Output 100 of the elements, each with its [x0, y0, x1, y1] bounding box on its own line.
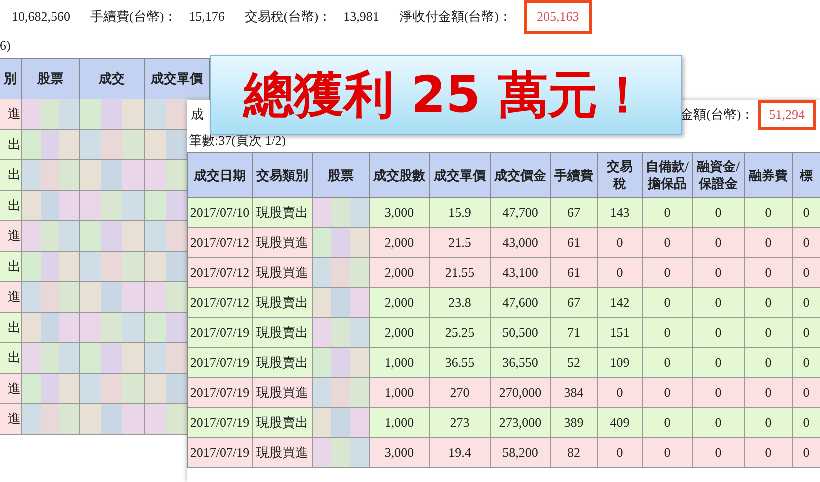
blurred-cell	[22, 252, 80, 282]
table-cell: 0	[693, 228, 745, 258]
blurred-cell	[22, 190, 80, 221]
blurred-cell	[80, 282, 145, 312]
blurred-cell	[313, 348, 370, 378]
table-cell: 0	[693, 408, 745, 438]
column-header: 手續費	[551, 153, 598, 198]
table-cell: 0	[793, 228, 820, 258]
table-cell: 0	[693, 438, 745, 468]
table-cell: 現股賣出	[253, 318, 313, 348]
summary-value: 10,682,560	[12, 8, 70, 26]
blurred-cell	[22, 343, 80, 374]
table-cell: 36,550	[491, 348, 551, 378]
table-cell: 出	[0, 130, 22, 160]
table-cell: 270	[430, 378, 491, 408]
table-cell: 15.9	[430, 198, 491, 228]
table-cell: 2017/07/10	[188, 198, 253, 228]
table-cell: 0	[643, 348, 693, 378]
table-cell: 0	[693, 258, 745, 288]
column-header: 股票	[22, 59, 80, 99]
summary-value: 205,163	[524, 0, 592, 34]
table-cell: 出	[0, 160, 22, 190]
table-cell: 進	[0, 282, 22, 312]
summary-label: 交易稅(台幣)：	[244, 8, 332, 26]
table-cell: 0	[643, 408, 693, 438]
table-cell: 61	[551, 228, 598, 258]
table-cell: 0	[745, 228, 793, 258]
column-header: 成交股數	[370, 153, 430, 198]
blurred-cell	[80, 99, 145, 130]
table-cell: 現股買進	[253, 378, 313, 408]
blurred-cell	[80, 221, 145, 252]
total-label: 金額(台幣)：	[680, 106, 754, 124]
table-cell: 0	[745, 438, 793, 468]
blurred-cell	[22, 404, 80, 434]
column-header: 別	[0, 59, 22, 99]
table-cell: 142	[598, 288, 643, 318]
table-cell: 2017/07/12	[188, 258, 253, 288]
table-cell: 43,000	[491, 228, 551, 258]
table-cell: 出	[0, 343, 22, 374]
table-cell: 2017/07/12	[188, 228, 253, 258]
table-cell: 0	[643, 228, 693, 258]
table-cell: 進	[0, 404, 22, 434]
table-cell: 47,600	[491, 288, 551, 318]
table-cell: 1,000	[370, 378, 430, 408]
table-cell: 71	[551, 318, 598, 348]
summary-value: 15,176	[189, 8, 225, 26]
table-cell: 67	[551, 288, 598, 318]
table-cell: 0	[693, 348, 745, 378]
table-cell: 0	[745, 348, 793, 378]
column-header: 成交單價	[145, 59, 210, 99]
table-cell: 43,100	[491, 258, 551, 288]
table-cell: 現股賣出	[253, 348, 313, 378]
table-cell: 2017/07/12	[188, 288, 253, 318]
table-cell: 現股賣出	[253, 198, 313, 228]
table-cell: 現股買進	[253, 258, 313, 288]
table-cell: 出	[0, 312, 22, 343]
table-cell: 19.4	[430, 438, 491, 468]
table-cell: 2,000	[370, 318, 430, 348]
table-cell: 0	[793, 288, 820, 318]
blurred-cell	[22, 282, 80, 312]
total-value: 51,294	[758, 100, 816, 130]
table-cell: 出	[0, 190, 22, 221]
table-cell: 23.8	[430, 288, 491, 318]
table-cell: 0	[693, 198, 745, 228]
table-cell: 現股賣出	[253, 288, 313, 318]
table-cell: 0	[598, 258, 643, 288]
table-cell: 1,000	[370, 408, 430, 438]
table-cell: 進	[0, 374, 22, 404]
summary-label: 手續費(台幣)：	[90, 8, 178, 26]
table-cell: 0	[745, 258, 793, 288]
table-cell: 進	[0, 221, 22, 252]
table-cell: 2017/07/19	[188, 318, 253, 348]
blurred-cell	[313, 258, 370, 288]
table-cell: 0	[745, 378, 793, 408]
table-cell: 2017/07/19	[188, 438, 253, 468]
table-caption: 6)	[0, 37, 12, 55]
blurred-cell	[22, 99, 80, 130]
blurred-cell	[22, 374, 80, 404]
blurred-cell	[80, 190, 145, 221]
table-cell: 0	[693, 318, 745, 348]
table-cell: 3,000	[370, 438, 430, 468]
table-cell: 409	[598, 408, 643, 438]
table-cell: 0	[793, 318, 820, 348]
blurred-cell	[80, 374, 145, 404]
table-cell: 0	[693, 288, 745, 318]
table-cell: 151	[598, 318, 643, 348]
summary-value: 13,981	[344, 8, 380, 26]
blurred-cell	[313, 198, 370, 228]
table-cell: 0	[793, 198, 820, 228]
table-cell: 0	[643, 378, 693, 408]
table-cell: 82	[551, 438, 598, 468]
blurred-cell	[80, 130, 145, 160]
column-header: 標	[793, 153, 820, 198]
banner-text: 總獲利 25 萬元！	[244, 64, 648, 126]
table-cell: 進	[0, 99, 22, 130]
table-cell: 0	[745, 288, 793, 318]
table-cell: 現股買進	[253, 228, 313, 258]
table-cell: 現股買進	[253, 438, 313, 468]
column-header: 自備款/擔保品	[643, 153, 693, 198]
table-cell: 143	[598, 198, 643, 228]
